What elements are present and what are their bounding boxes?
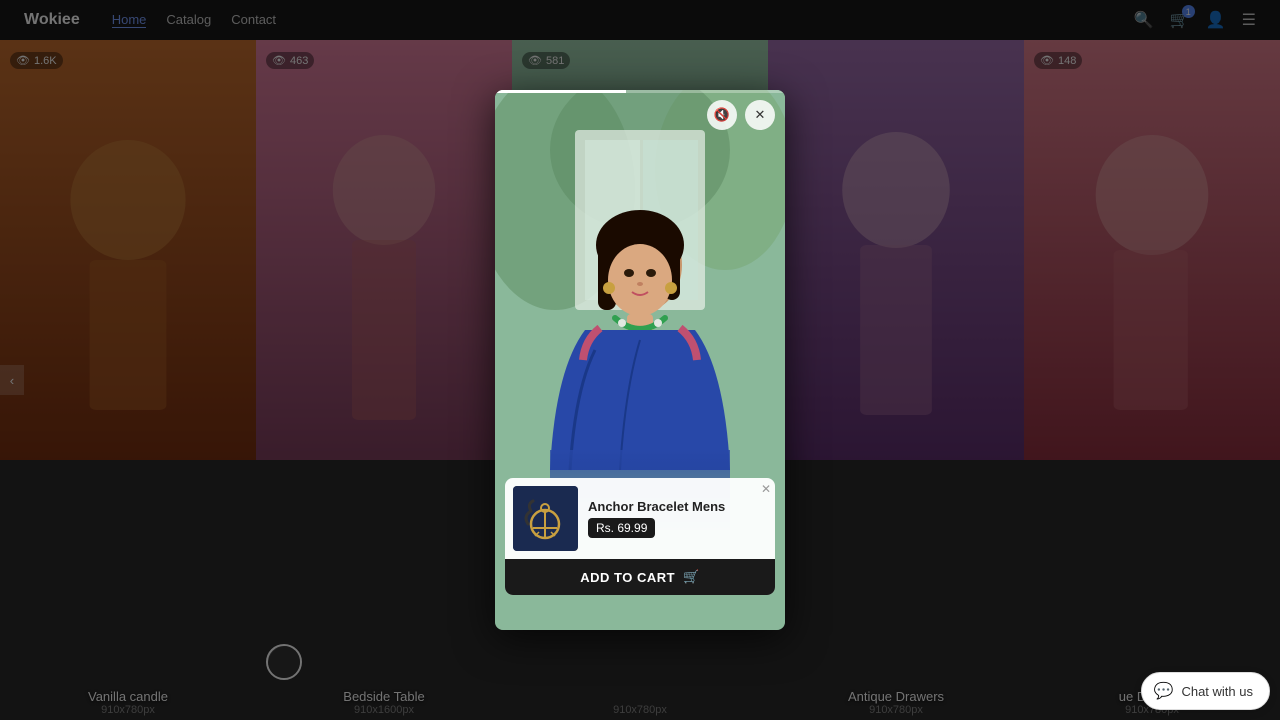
product-card-close[interactable]: ✕ [761, 482, 771, 496]
add-to-cart-label: ADD TO CART [580, 570, 675, 585]
modal-progress-fill [495, 90, 626, 93]
product-thumbnail [513, 486, 578, 551]
modal-controls: 🔇 ✕ [707, 100, 775, 130]
chat-button[interactable]: 💬 Chat with us [1141, 672, 1270, 710]
product-card-inner: Anchor Bracelet Mens Rs. 69.99 [505, 478, 775, 559]
add-to-cart-button[interactable]: ADD TO CART 🛒 [505, 559, 775, 595]
product-price: Rs. 69.99 [588, 518, 655, 538]
mute-button[interactable]: 🔇 [707, 100, 737, 130]
product-name: Anchor Bracelet Mens [588, 499, 767, 514]
chat-icon: 💬 [1154, 681, 1174, 701]
modal-progress-bar [495, 90, 785, 93]
close-icon: ✕ [755, 107, 766, 123]
product-info: Anchor Bracelet Mens Rs. 69.99 [588, 499, 767, 538]
chat-label: Chat with us [1181, 684, 1253, 699]
mute-icon: 🔇 [714, 107, 730, 123]
product-card: ✕ Anchor Bracelet [505, 478, 775, 595]
modal-video: 🔇 ✕ ‹ › ✕ [495, 90, 785, 630]
cart-icon-btn: 🛒 [683, 569, 700, 585]
close-button[interactable]: ✕ [745, 100, 775, 130]
